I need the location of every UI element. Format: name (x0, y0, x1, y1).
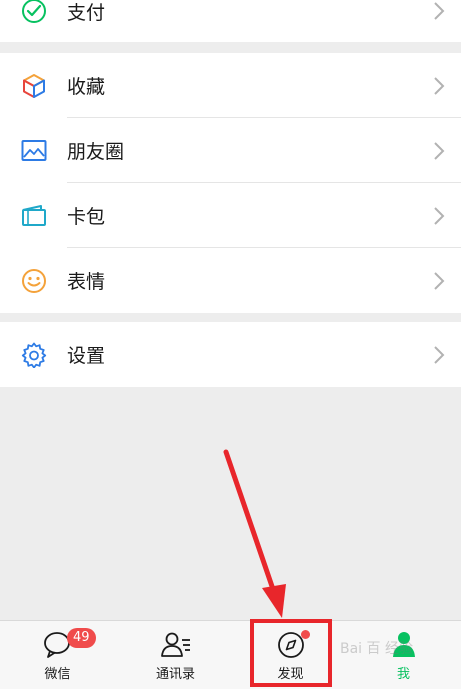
chevron-right-icon (434, 345, 445, 364)
menu-label-stickers: 表情 (67, 271, 106, 293)
chevron-right-icon (434, 206, 445, 225)
unread-badge: 49 (67, 628, 96, 648)
menu-label-card-wallet: 卡包 (67, 206, 106, 228)
menu-row-favorites[interactable]: 收藏 (0, 53, 461, 118)
menu-row-settings[interactable]: 设置 (0, 322, 461, 387)
tab-label-chats: 微信 (44, 667, 71, 682)
tab-label-contacts: 通讯录 (155, 667, 195, 682)
menu-row-moments[interactable]: 朋友圈 (0, 118, 461, 183)
menu-label-moments: 朋友圈 (67, 141, 125, 163)
menu-group-settings: 设置 (0, 322, 461, 387)
menu-group-main: 收藏 朋友圈 卡包 表情 (0, 53, 461, 313)
watermark-text: Bai 百 经验 (340, 641, 413, 657)
chevron-right-icon (434, 141, 445, 160)
annotation-highlight-box (250, 619, 332, 687)
menu-label-settings: 设置 (67, 345, 106, 367)
menu-row-payment[interactable]: 支付 (0, 0, 461, 42)
payment-icon (20, 0, 48, 25)
menu-label-payment: 支付 (67, 1, 106, 24)
menu-row-card-wallet[interactable]: 卡包 (0, 183, 461, 248)
card-wallet-icon (20, 202, 48, 230)
tab-label-me: 我 (396, 667, 410, 682)
smiley-icon (20, 267, 48, 295)
menu-row-stickers[interactable]: 表情 (0, 248, 461, 313)
chevron-right-icon (434, 271, 445, 290)
menu-group-payment: 支付 (0, 0, 461, 42)
contacts-icon (160, 632, 190, 657)
tab-contacts[interactable]: 通讯录 (118, 621, 233, 689)
chevron-right-icon (434, 76, 445, 95)
chevron-right-icon (434, 2, 445, 20)
favorites-cube-icon (20, 72, 48, 100)
moments-picture-icon (20, 137, 48, 165)
gear-icon (20, 341, 48, 369)
tab-chats[interactable]: 49 微信 (0, 621, 115, 689)
menu-label-favorites: 收藏 (67, 76, 106, 98)
